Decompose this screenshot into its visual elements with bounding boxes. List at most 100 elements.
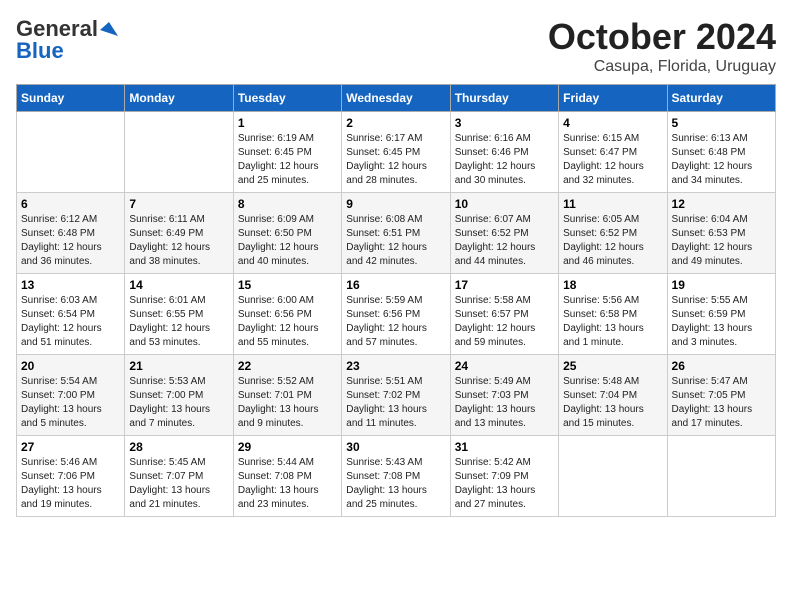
day-number: 5 (672, 116, 771, 130)
calendar-cell: 8 Sunrise: 6:09 AM Sunset: 6:50 PM Daylig… (233, 193, 341, 274)
day-number: 23 (346, 359, 445, 373)
day-number: 15 (238, 278, 337, 292)
calendar-cell: 7 Sunrise: 6:11 AM Sunset: 6:49 PM Daylig… (125, 193, 233, 274)
day-number: 4 (563, 116, 662, 130)
day-info: Sunrise: 5:56 AM Sunset: 6:58 PM Dayligh… (563, 294, 662, 350)
day-info: Sunrise: 6:04 AM Sunset: 6:53 PM Dayligh… (672, 213, 771, 269)
day-number: 19 (672, 278, 771, 292)
calendar-cell (667, 436, 775, 517)
day-info: Sunrise: 6:03 AM Sunset: 6:54 PM Dayligh… (21, 294, 120, 350)
calendar-cell: 26 Sunrise: 5:47 AM Sunset: 7:05 PM Dayli… (667, 355, 775, 436)
day-number: 10 (455, 197, 554, 211)
month-title: October 2024 (548, 16, 776, 58)
calendar-cell: 19Sunrise: 5:55 AM Sunset: 6:59 PM Dayli… (667, 274, 775, 355)
day-number: 21 (129, 359, 228, 373)
calendar-cell: 29Sunrise: 5:44 AM Sunset: 7:08 PM Dayli… (233, 436, 341, 517)
day-number: 14 (129, 278, 228, 292)
day-info: Sunrise: 6:17 AM Sunset: 6:45 PM Dayligh… (346, 132, 445, 188)
calendar-cell: 6 Sunrise: 6:12 AM Sunset: 6:48 PM Daylig… (17, 193, 125, 274)
day-number: 6 (21, 197, 120, 211)
day-info: Sunrise: 6:11 AM Sunset: 6:49 PM Dayligh… (129, 213, 228, 269)
day-info: Sunrise: 6:13 AM Sunset: 6:48 PM Dayligh… (672, 132, 771, 188)
calendar-cell: 11 Sunrise: 6:05 AM Sunset: 6:52 PM Dayli… (559, 193, 667, 274)
day-info: Sunrise: 6:05 AM Sunset: 6:52 PM Dayligh… (563, 213, 662, 269)
calendar-cell: 3 Sunrise: 6:16 AM Sunset: 6:46 PM Daylig… (450, 112, 558, 193)
day-info: Sunrise: 6:12 AM Sunset: 6:48 PM Dayligh… (21, 213, 120, 269)
calendar-table: SundayMondayTuesdayWednesdayThursdayFrid… (16, 84, 776, 517)
day-info: Sunrise: 6:15 AM Sunset: 6:47 PM Dayligh… (563, 132, 662, 188)
day-info: Sunrise: 5:46 AM Sunset: 7:06 PM Dayligh… (21, 456, 120, 512)
day-number: 2 (346, 116, 445, 130)
calendar-cell: 13 Sunrise: 6:03 AM Sunset: 6:54 PM Dayli… (17, 274, 125, 355)
day-header-tuesday: Tuesday (233, 85, 341, 112)
calendar-cell: 16 Sunrise: 5:59 AM Sunset: 6:56 PM Dayli… (342, 274, 450, 355)
calendar-cell: 15 Sunrise: 6:00 AM Sunset: 6:56 PM Dayli… (233, 274, 341, 355)
day-number: 7 (129, 197, 228, 211)
day-header-wednesday: Wednesday (342, 85, 450, 112)
day-number: 16 (346, 278, 445, 292)
calendar-cell (559, 436, 667, 517)
calendar-cell: 4 Sunrise: 6:15 AM Sunset: 6:47 PM Daylig… (559, 112, 667, 193)
calendar-cell: 23 Sunrise: 5:51 AM Sunset: 7:02 PM Dayli… (342, 355, 450, 436)
day-number: 20 (21, 359, 120, 373)
day-number: 18 (563, 278, 662, 292)
day-header-saturday: Saturday (667, 85, 775, 112)
day-info: Sunrise: 5:52 AM Sunset: 7:01 PM Dayligh… (238, 375, 337, 431)
calendar-week-row: 1 Sunrise: 6:19 AM Sunset: 6:45 PM Daylig… (17, 112, 776, 193)
logo-blue-text: Blue (16, 38, 64, 64)
calendar-cell: 24 Sunrise: 5:49 AM Sunset: 7:03 PM Dayli… (450, 355, 558, 436)
day-info: Sunrise: 5:51 AM Sunset: 7:02 PM Dayligh… (346, 375, 445, 431)
day-info: Sunrise: 6:19 AM Sunset: 6:45 PM Dayligh… (238, 132, 337, 188)
calendar-cell: 10 Sunrise: 6:07 AM Sunset: 6:52 PM Dayli… (450, 193, 558, 274)
day-number: 17 (455, 278, 554, 292)
day-number: 24 (455, 359, 554, 373)
calendar-cell: 5 Sunrise: 6:13 AM Sunset: 6:48 PM Daylig… (667, 112, 775, 193)
day-info: Sunrise: 6:08 AM Sunset: 6:51 PM Dayligh… (346, 213, 445, 269)
day-info: Sunrise: 6:01 AM Sunset: 6:55 PM Dayligh… (129, 294, 228, 350)
page-header: General Blue October 2024 Casupa, Florid… (16, 16, 776, 76)
day-info: Sunrise: 5:42 AM Sunset: 7:09 PM Dayligh… (455, 456, 554, 512)
day-info: Sunrise: 5:53 AM Sunset: 7:00 PM Dayligh… (129, 375, 228, 431)
day-info: Sunrise: 5:49 AM Sunset: 7:03 PM Dayligh… (455, 375, 554, 431)
day-info: Sunrise: 5:59 AM Sunset: 6:56 PM Dayligh… (346, 294, 445, 350)
calendar-cell: 21 Sunrise: 5:53 AM Sunset: 7:00 PM Dayli… (125, 355, 233, 436)
day-header-thursday: Thursday (450, 85, 558, 112)
day-info: Sunrise: 5:45 AM Sunset: 7:07 PM Dayligh… (129, 456, 228, 512)
day-info: Sunrise: 5:44 AM Sunset: 7:08 PM Dayligh… (238, 456, 337, 512)
calendar-cell: 25 Sunrise: 5:48 AM Sunset: 7:04 PM Dayli… (559, 355, 667, 436)
calendar-week-row: 20Sunrise: 5:54 AM Sunset: 7:00 PM Dayli… (17, 355, 776, 436)
day-number: 27 (21, 440, 120, 454)
day-number: 3 (455, 116, 554, 130)
calendar-cell: 31 Sunrise: 5:42 AM Sunset: 7:09 PM Dayli… (450, 436, 558, 517)
logo: General Blue (16, 16, 118, 64)
calendar-cell: 1 Sunrise: 6:19 AM Sunset: 6:45 PM Daylig… (233, 112, 341, 193)
day-number: 26 (672, 359, 771, 373)
day-number: 31 (455, 440, 554, 454)
day-info: Sunrise: 6:07 AM Sunset: 6:52 PM Dayligh… (455, 213, 554, 269)
calendar-week-row: 13 Sunrise: 6:03 AM Sunset: 6:54 PM Dayli… (17, 274, 776, 355)
day-info: Sunrise: 5:47 AM Sunset: 7:05 PM Dayligh… (672, 375, 771, 431)
calendar-cell (125, 112, 233, 193)
day-number: 8 (238, 197, 337, 211)
day-info: Sunrise: 6:16 AM Sunset: 6:46 PM Dayligh… (455, 132, 554, 188)
calendar-cell: 2 Sunrise: 6:17 AM Sunset: 6:45 PM Daylig… (342, 112, 450, 193)
day-number: 1 (238, 116, 337, 130)
day-number: 28 (129, 440, 228, 454)
calendar-cell: 28 Sunrise: 5:45 AM Sunset: 7:07 PM Dayli… (125, 436, 233, 517)
calendar-week-row: 6 Sunrise: 6:12 AM Sunset: 6:48 PM Daylig… (17, 193, 776, 274)
day-header-friday: Friday (559, 85, 667, 112)
day-number: 30 (346, 440, 445, 454)
day-info: Sunrise: 5:58 AM Sunset: 6:57 PM Dayligh… (455, 294, 554, 350)
calendar-cell: 20Sunrise: 5:54 AM Sunset: 7:00 PM Dayli… (17, 355, 125, 436)
calendar-week-row: 27 Sunrise: 5:46 AM Sunset: 7:06 PM Dayli… (17, 436, 776, 517)
day-number: 12 (672, 197, 771, 211)
calendar-cell: 27 Sunrise: 5:46 AM Sunset: 7:06 PM Dayli… (17, 436, 125, 517)
calendar-cell: 17 Sunrise: 5:58 AM Sunset: 6:57 PM Dayli… (450, 274, 558, 355)
day-number: 13 (21, 278, 120, 292)
day-number: 25 (563, 359, 662, 373)
day-info: Sunrise: 6:00 AM Sunset: 6:56 PM Dayligh… (238, 294, 337, 350)
day-info: Sunrise: 5:48 AM Sunset: 7:04 PM Dayligh… (563, 375, 662, 431)
day-info: Sunrise: 6:09 AM Sunset: 6:50 PM Dayligh… (238, 213, 337, 269)
day-number: 11 (563, 197, 662, 211)
calendar-cell: 12 Sunrise: 6:04 AM Sunset: 6:53 PM Dayli… (667, 193, 775, 274)
